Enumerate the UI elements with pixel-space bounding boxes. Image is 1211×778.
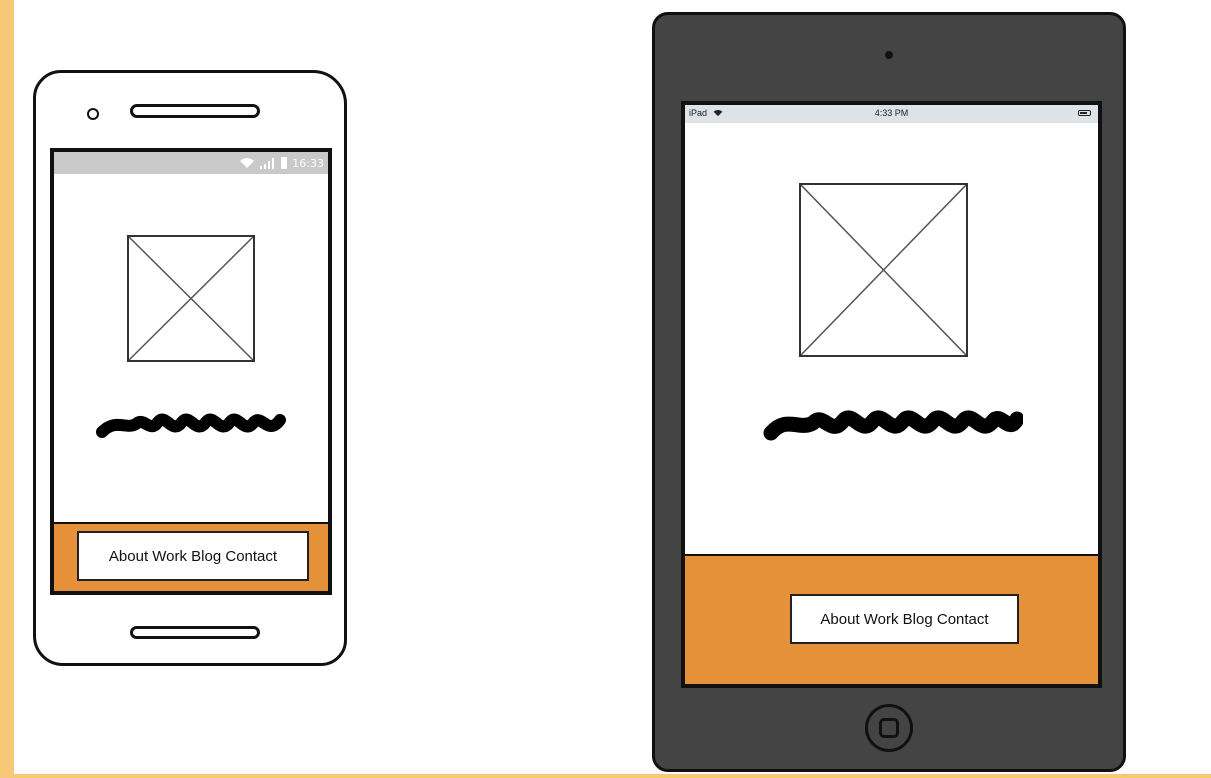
ipad-screen: iPad 4:33 PM About Work Blog Contact [681, 101, 1102, 688]
text-scribble [96, 413, 286, 438]
android-phone-mockup: 16:33 About Work Blog Contact [33, 70, 347, 666]
image-placeholder-icon [799, 183, 968, 357]
signal-icon [260, 158, 275, 169]
battery-icon [1078, 110, 1091, 116]
phone-home-bar-icon [130, 626, 260, 639]
ios-status-bar: iPad 4:33 PM [685, 105, 1098, 123]
phone-camera-icon [87, 108, 99, 120]
ipad-nav-menu[interactable]: About Work Blog Contact [790, 594, 1019, 644]
ipad-nav-footer: About Work Blog Contact [685, 554, 1098, 684]
ios-status-time: 4:33 PM [874, 108, 909, 118]
wifi-icon [240, 158, 255, 168]
image-placeholder-icon [127, 235, 255, 362]
battery-icon [281, 157, 288, 169]
bottom-accent-strip [0, 774, 1211, 778]
ipad-mockup: iPad 4:33 PM About Work Blog Contact [652, 12, 1126, 772]
android-status-time: 16:33 [292, 156, 324, 170]
text-scribble [763, 410, 1023, 441]
phone-nav-footer: About Work Blog Contact [54, 522, 328, 591]
phone-nav-menu[interactable]: About Work Blog Contact [77, 531, 309, 581]
android-status-bar: 16:33 [54, 152, 328, 174]
side-accent-strip [0, 0, 14, 778]
phone-speaker-icon [130, 104, 260, 118]
phone-screen: 16:33 About Work Blog Contact [50, 148, 332, 595]
home-button-icon [865, 704, 913, 752]
ipad-camera-icon [885, 51, 893, 59]
